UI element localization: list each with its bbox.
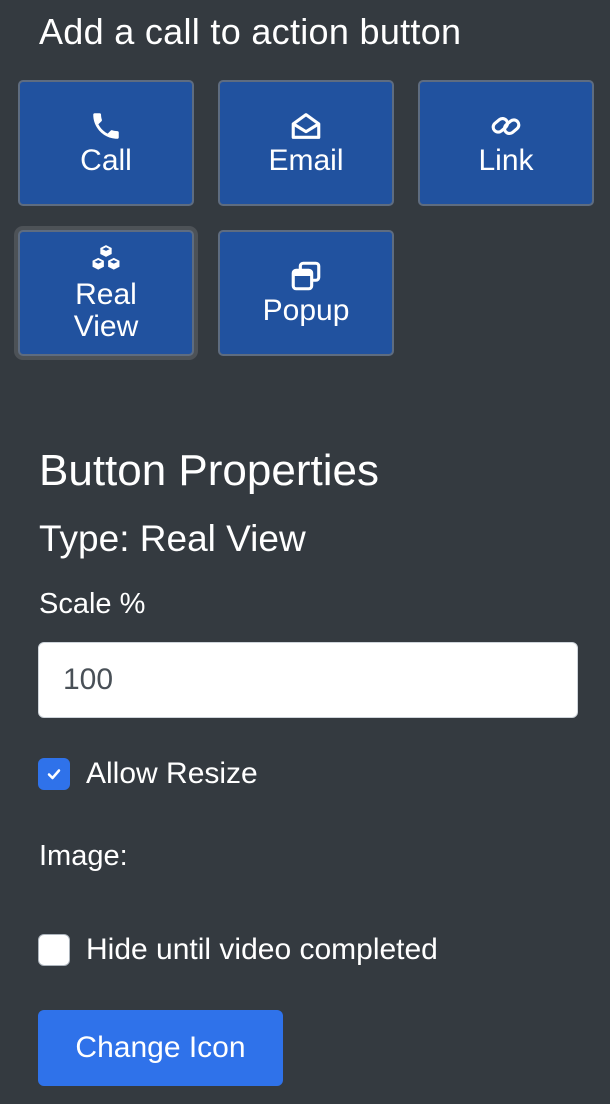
scale-input[interactable] [38, 642, 578, 718]
allow-resize-label: Allow Resize [86, 757, 258, 790]
hide-until-completed-label: Hide until video completed [86, 933, 438, 966]
checkmark-icon [47, 769, 61, 780]
image-label: Image: [39, 840, 128, 872]
email-button-label: Email [268, 144, 344, 177]
real-view-button-label: Real View [73, 278, 139, 343]
scale-label: Scale % [39, 588, 146, 620]
hide-until-completed-row[interactable]: Hide until video completed [38, 932, 438, 968]
link-button-label: Link [478, 144, 534, 177]
cta-button-grid: Call Email Link Real View Popup [18, 80, 598, 362]
call-button-label: Call [80, 144, 132, 177]
allow-resize-checkbox[interactable] [38, 758, 70, 790]
phone-icon [93, 113, 119, 139]
button-properties-title: Button Properties [39, 446, 379, 495]
popup-button[interactable]: Popup [218, 230, 394, 356]
envelope-open-icon [291, 113, 321, 139]
button-type-text: Type: Real View [39, 518, 306, 559]
cubes-icon [92, 245, 120, 270]
window-restore-icon [291, 261, 321, 291]
email-button[interactable]: Email [218, 80, 394, 206]
allow-resize-row[interactable]: Allow Resize [38, 756, 258, 792]
change-icon-button[interactable]: Change Icon [38, 1010, 283, 1086]
hide-until-completed-checkbox[interactable] [38, 934, 70, 966]
link-button[interactable]: Link [418, 80, 594, 206]
call-button[interactable]: Call [18, 80, 194, 206]
popup-button-label: Popup [262, 294, 350, 327]
real-view-button[interactable]: Real View [18, 230, 194, 356]
cta-section-heading: Add a call to action button [39, 11, 462, 52]
link-icon [491, 116, 521, 136]
